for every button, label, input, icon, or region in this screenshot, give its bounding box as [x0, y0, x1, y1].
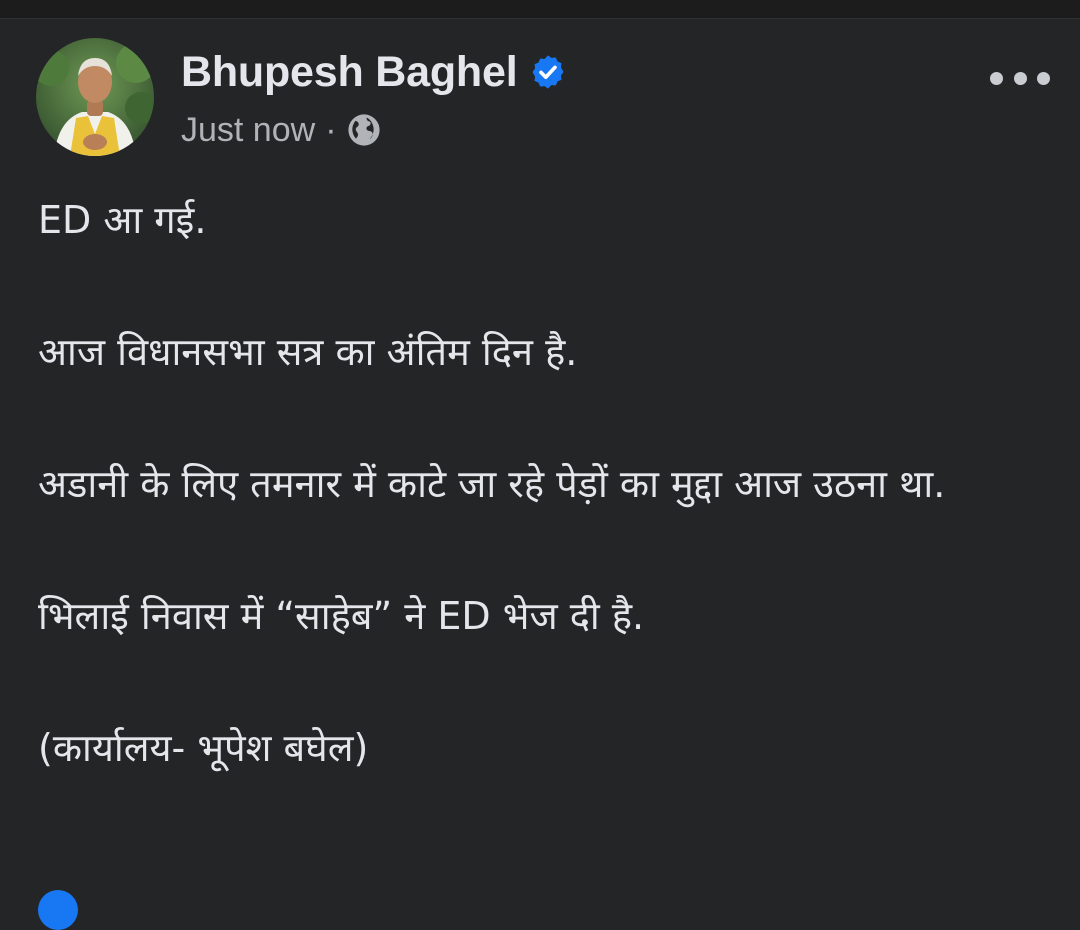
globe-icon[interactable]: [347, 113, 381, 147]
reaction-icon[interactable]: [38, 890, 78, 930]
post-text: ED आ गई. आज विधानसभा सत्र का अंतिम दिन ह…: [38, 190, 1038, 850]
more-options-button[interactable]: [990, 56, 1050, 100]
post-paragraph: अडानी के लिए तमनार में काटे जा रहे पेड़ो…: [38, 462, 946, 506]
meta-separator: ·: [325, 110, 337, 149]
ellipsis-icon: [990, 71, 1003, 85]
post-paragraph: ED आ गई.: [38, 198, 207, 242]
meta-row: Just now ·: [181, 108, 567, 152]
profile-photo: [36, 38, 154, 156]
post-paragraph: (कार्यालय- भूपेश बघेल): [38, 726, 369, 770]
name-row: Bhupesh Baghel: [181, 42, 567, 102]
avatar[interactable]: [36, 38, 154, 156]
top-strip: [0, 0, 1080, 18]
ellipsis-icon: [1013, 71, 1027, 85]
post-header: Bhupesh Baghel Just now ·: [36, 38, 567, 156]
post-paragraph: भिलाई निवास में “साहेब” ने ED भेज दी है.: [38, 594, 645, 638]
post-paragraph: आज विधानसभा सत्र का अंतिम दिन है.: [38, 330, 578, 374]
verified-badge-icon: [529, 53, 567, 91]
post-timestamp[interactable]: Just now: [181, 111, 315, 150]
ellipsis-icon: [1037, 71, 1050, 85]
author-block: Bhupesh Baghel Just now ·: [181, 42, 567, 152]
author-name[interactable]: Bhupesh Baghel: [181, 48, 518, 97]
